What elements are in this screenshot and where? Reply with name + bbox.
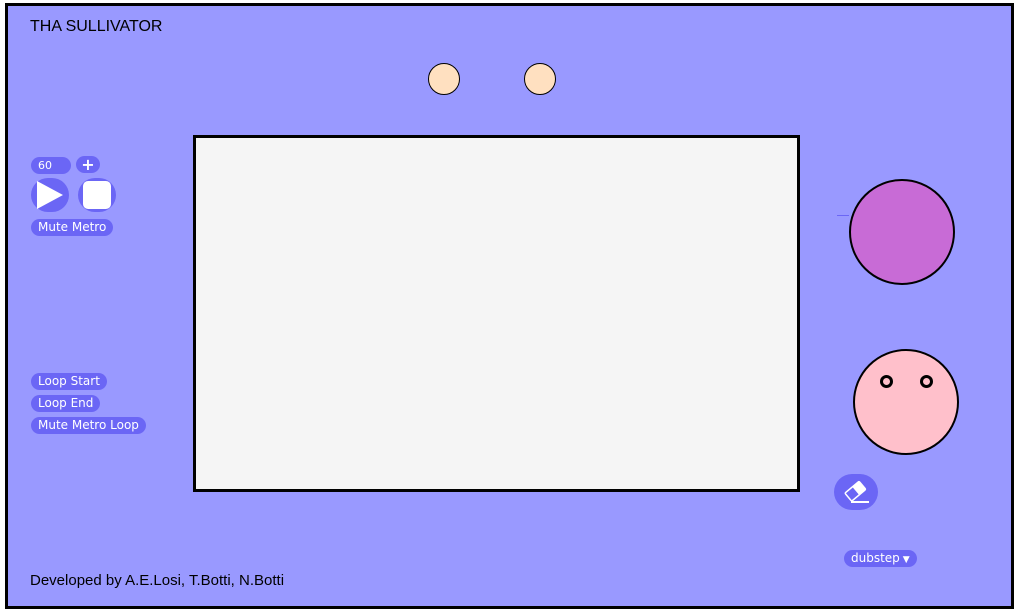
bpm-plus-button[interactable]: + xyxy=(76,156,100,173)
app-title: THA SULLIVATOR xyxy=(30,18,163,35)
knob-marker xyxy=(837,215,849,216)
eraser-button[interactable] xyxy=(834,474,878,510)
drawing-canvas[interactable] xyxy=(193,135,800,492)
bpm-input[interactable]: 60 xyxy=(31,157,71,174)
face-left-eye xyxy=(880,375,893,388)
left-eye-decoration xyxy=(428,63,460,95)
stop-button[interactable] xyxy=(78,178,116,212)
genre-select[interactable]: dubstep ▼ xyxy=(844,550,917,567)
play-button[interactable] xyxy=(31,178,69,212)
stop-icon xyxy=(83,181,111,209)
developer-credits: Developed by A.E.Losi, T.Botti, N.Botti xyxy=(30,572,285,589)
play-icon xyxy=(37,181,63,209)
app-frame: THA SULLIVATOR 60 + Mute Metro Loop Star… xyxy=(5,3,1014,609)
face-right-eye xyxy=(920,375,933,388)
mute-metro-button[interactable]: Mute Metro xyxy=(31,219,114,236)
right-eye-decoration xyxy=(524,63,556,95)
mute-metro-loop-button[interactable]: Mute Metro Loop xyxy=(31,417,146,434)
loop-start-button[interactable]: Loop Start xyxy=(31,373,107,390)
genre-selected-value: dubstep xyxy=(851,551,900,565)
face-pad[interactable] xyxy=(853,349,959,455)
loop-end-button[interactable]: Loop End xyxy=(31,395,101,412)
chevron-down-icon: ▼ xyxy=(902,555,910,565)
eraser-icon xyxy=(844,481,869,503)
purple-knob[interactable] xyxy=(849,179,955,285)
